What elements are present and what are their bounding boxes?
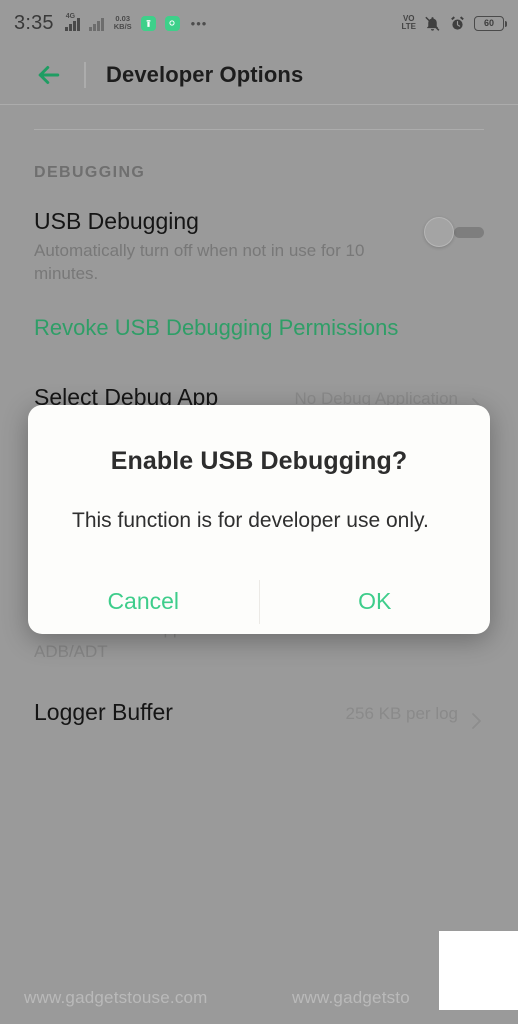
ok-button[interactable]: OK <box>260 570 491 634</box>
dialog-message: This function is for developer use only. <box>72 509 429 532</box>
cancel-button[interactable]: Cancel <box>28 570 259 634</box>
screenshot-overlay-box <box>439 931 518 1010</box>
enable-usb-debugging-dialog: Enable USB Debugging? This function is f… <box>28 405 490 634</box>
dialog-actions: Cancel OK <box>28 570 490 634</box>
dialog-title: Enable USB Debugging? <box>110 447 408 475</box>
phone-screen: 3:35 4G 0.03 KB/S ••• VO LTE 60 Develope… <box>0 0 518 1024</box>
